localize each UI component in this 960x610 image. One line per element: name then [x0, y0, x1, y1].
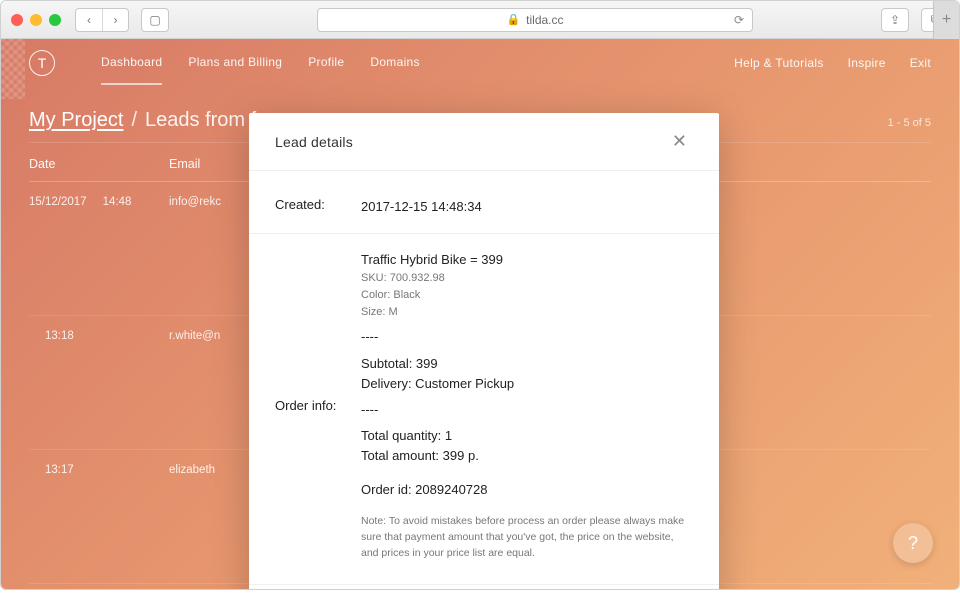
order-amount: Total amount: 399 р. — [361, 446, 693, 466]
nav-left: Dashboard Plans and Billing Profile Doma… — [101, 55, 420, 71]
share-button[interactable]: ⇪ — [881, 8, 909, 32]
sidebar-toggle[interactable]: ▢ — [141, 8, 169, 32]
new-tab-button[interactable]: + — [933, 1, 959, 39]
maximize-window-icon[interactable] — [49, 14, 61, 26]
breadcrumb-sep: / — [131, 109, 137, 132]
cell-time-value: 13:18 — [45, 330, 74, 369]
help-fab[interactable]: ? — [893, 523, 933, 563]
cell-time-value: 14:48 — [103, 196, 132, 235]
lock-icon: 🔒 — [506, 13, 520, 26]
decorative-pattern — [1, 39, 25, 99]
browser-window: ‹ › ▢ 🔒 tilda.cc ⟳ ⇪ ⧉ + T Dashboard Pla… — [0, 0, 960, 590]
order-qty: Total quantity: 1 — [361, 426, 693, 446]
close-window-icon[interactable] — [11, 14, 23, 26]
address-bar[interactable]: 🔒 tilda.cc ⟳ — [317, 8, 753, 32]
modal-header: Lead details ✕ — [249, 113, 719, 171]
order-delivery: Delivery: Customer Pickup — [361, 374, 693, 394]
window-controls — [11, 14, 61, 26]
panel-icon: ▢ — [142, 9, 168, 31]
sep-2: ---- — [361, 400, 693, 420]
nav-right: Help & Tutorials Inspire Exit — [734, 56, 931, 70]
order-id: Order id: 2089240728 — [361, 480, 693, 500]
nav-back-forward: ‹ › — [75, 8, 129, 32]
breadcrumb-project[interactable]: My Project — [29, 109, 123, 132]
label-created: Created: — [275, 197, 361, 217]
lead-details-modal: Lead details ✕ Created: 2017-12-15 14:48… — [249, 113, 719, 590]
nav-exit[interactable]: Exit — [910, 56, 931, 70]
order-title: Traffic Hybrid Bike = 399 — [361, 250, 693, 270]
sep-1: ---- — [361, 327, 693, 347]
order-subtotal: Subtotal: 399 — [361, 354, 693, 374]
value-created: 2017-12-15 14:48:34 — [361, 197, 693, 217]
minimize-window-icon[interactable] — [30, 14, 42, 26]
reload-icon[interactable]: ⟳ — [734, 13, 744, 27]
browser-titlebar: ‹ › ▢ 🔒 tilda.cc ⟳ ⇪ ⧉ + — [1, 1, 959, 39]
forward-button[interactable]: › — [102, 9, 128, 31]
row-order-info: Order info: Traffic Hybrid Bike = 399 SK… — [249, 234, 719, 585]
nav-inspire[interactable]: Inspire — [848, 56, 886, 70]
cell-date: 13:18 — [29, 330, 169, 369]
close-icon[interactable]: ✕ — [666, 125, 693, 158]
nav-domains[interactable]: Domains — [370, 55, 419, 71]
order-sku: SKU: 700.932.98 — [361, 270, 693, 287]
pagination-indicator: 1 - 5 of 5 — [888, 117, 931, 129]
share-icon: ⇪ — [882, 9, 908, 31]
nav-help[interactable]: Help & Tutorials — [734, 56, 824, 70]
modal-body: Created: 2017-12-15 14:48:34 Order info:… — [249, 171, 719, 590]
label-order: Order info: — [275, 398, 361, 413]
cell-time-value: 13:17 — [45, 464, 74, 503]
col-date-header: Date — [29, 157, 169, 171]
app-logo[interactable]: T — [29, 50, 55, 76]
nav-dashboard[interactable]: Dashboard — [101, 55, 162, 85]
modal-title: Lead details — [275, 134, 353, 150]
nav-plans[interactable]: Plans and Billing — [188, 55, 282, 71]
cell-date: 13:17 — [29, 464, 169, 503]
cell-date-value: 15/12/2017 — [29, 196, 87, 235]
nav-profile[interactable]: Profile — [308, 55, 344, 71]
back-button[interactable]: ‹ — [76, 9, 102, 31]
row-created: Created: 2017-12-15 14:48:34 — [249, 181, 719, 234]
url-text: tilda.cc — [526, 13, 563, 27]
row-name: Name: Joseph Reckwid — [249, 585, 719, 590]
app-viewport: T Dashboard Plans and Billing Profile Do… — [1, 39, 959, 589]
value-order: Traffic Hybrid Bike = 399 SKU: 700.932.9… — [361, 250, 693, 562]
order-note: Note: To avoid mistakes before process a… — [361, 514, 693, 561]
cell-date: 15/12/2017 14:48 — [29, 196, 169, 235]
order-color: Color: Black — [361, 287, 693, 304]
order-size: Size: M — [361, 304, 693, 321]
top-nav: T Dashboard Plans and Billing Profile Do… — [1, 39, 959, 87]
